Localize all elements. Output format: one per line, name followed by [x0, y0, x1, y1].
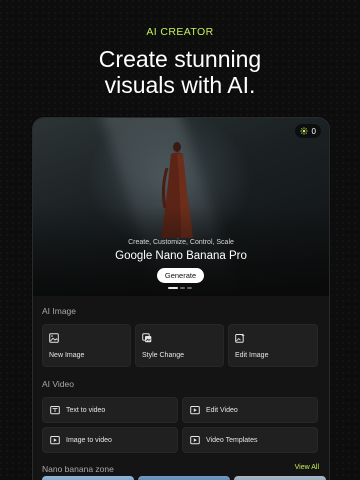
nano-thumbnail[interactable] [42, 476, 134, 480]
edit-video-tile[interactable]: Edit Video [182, 397, 318, 423]
video-templates-label: Video Templates [206, 436, 258, 444]
ai-image-section-title: AI Image [42, 306, 77, 316]
new-image-label: New Image [49, 352, 85, 359]
text-video-icon [50, 406, 60, 415]
edit-image-label: Edit Image [235, 352, 269, 359]
text-to-video-label: Text to video [66, 406, 106, 414]
style-change-label: Style Change [142, 352, 185, 359]
edit-video-icon [190, 406, 200, 415]
credits-count: 0 [311, 126, 316, 136]
template-icon [190, 436, 200, 445]
promo-headline: Create stunning visuals with AI. [0, 46, 360, 98]
view-all-link[interactable]: View All [295, 464, 319, 471]
carousel-dot[interactable] [168, 287, 178, 289]
generate-button[interactable]: Generate [157, 268, 204, 283]
credits-badge[interactable]: 0 [294, 124, 321, 138]
carousel-dot[interactable] [187, 287, 192, 289]
image-to-video-label: Image to video [66, 436, 112, 444]
image-to-video-tile[interactable]: Image to video [42, 427, 178, 453]
style-icon [142, 333, 152, 343]
nano-thumbnail[interactable] [138, 476, 230, 480]
text-to-video-tile[interactable]: Text to video [42, 397, 178, 423]
edit-image-icon [235, 333, 245, 343]
nano-zone-thumbnails [42, 476, 326, 480]
hero-banner[interactable]: 0 Create, Customize, Control, Scale Goog… [33, 118, 329, 296]
ai-video-section-title: AI Video [42, 379, 74, 389]
edit-video-label: Edit Video [206, 406, 238, 414]
nano-thumbnail[interactable] [234, 476, 326, 480]
edit-image-tile[interactable]: Edit Image [228, 324, 318, 367]
image-video-icon [50, 436, 60, 445]
headline-line-2: visuals with AI. [104, 72, 256, 98]
hero-subtitle: Create, Customize, Control, Scale [128, 239, 234, 246]
new-image-tile[interactable]: New Image [42, 324, 131, 367]
style-change-tile[interactable]: Style Change [135, 324, 224, 367]
hero-title: Google Nano Banana Pro [115, 250, 247, 262]
carousel-indicator[interactable] [168, 287, 192, 289]
nano-zone-section-title: Nano banana zone [42, 464, 114, 474]
carousel-dot[interactable] [180, 287, 185, 289]
sparkle-icon [299, 127, 308, 135]
app-screen: 0 Create, Customize, Control, Scale Goog… [32, 117, 330, 480]
image-icon [49, 333, 59, 343]
promo-eyebrow: AI CREATOR [146, 26, 214, 38]
headline-line-1: Create stunning [98, 46, 262, 72]
video-templates-tile[interactable]: Video Templates [182, 427, 318, 453]
